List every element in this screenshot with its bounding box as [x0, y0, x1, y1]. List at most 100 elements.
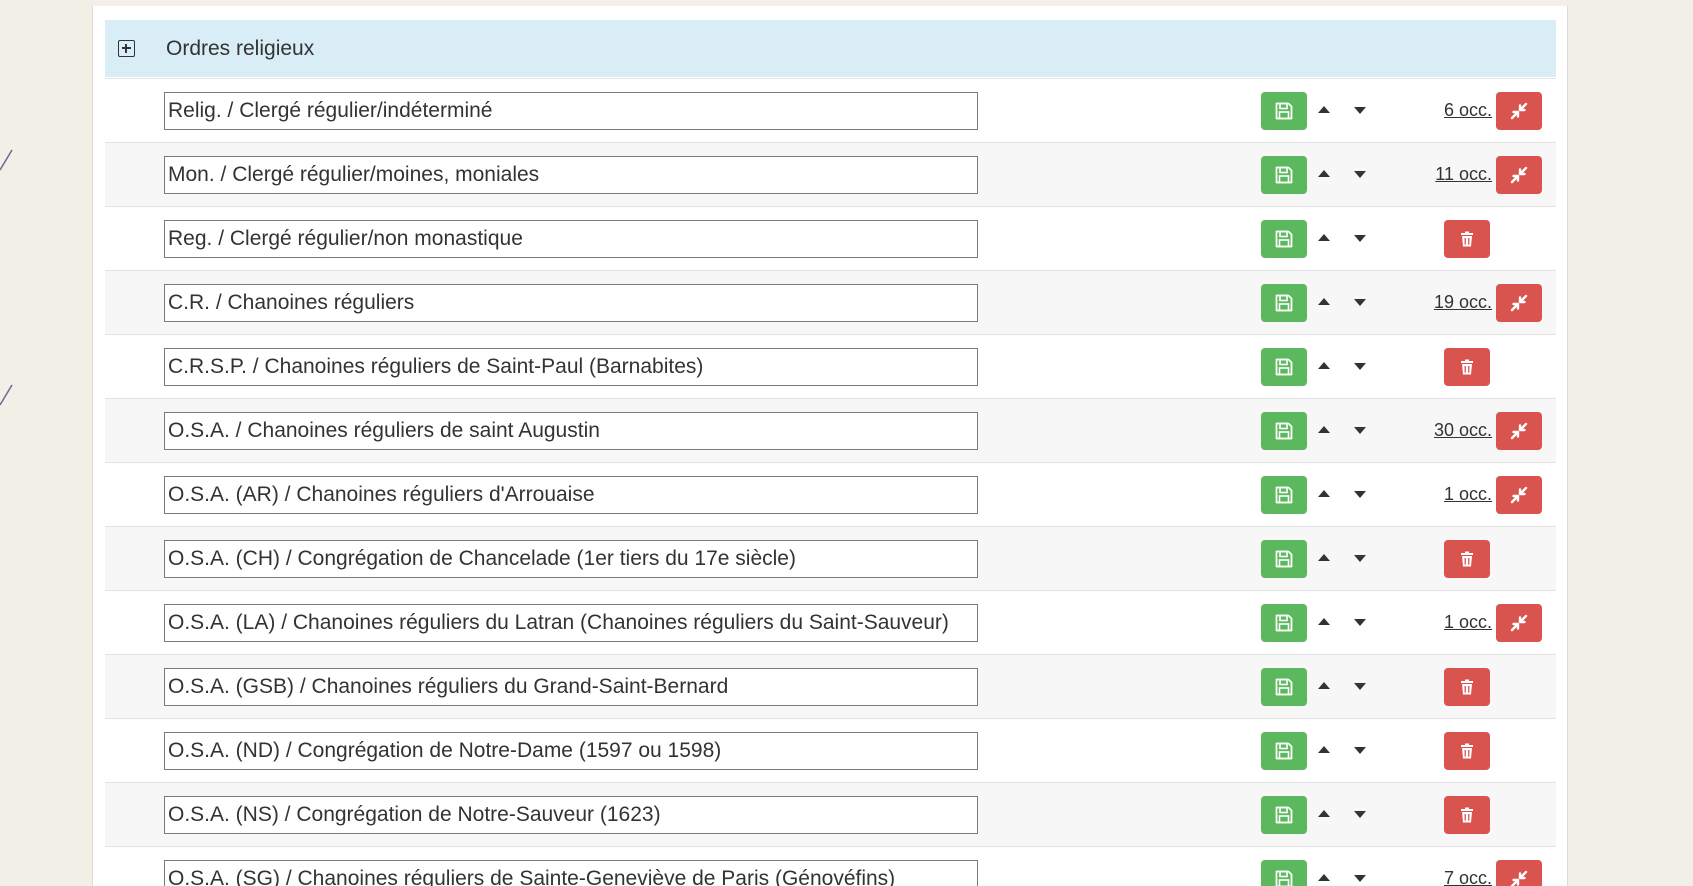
term-row: 6 occ.	[105, 78, 1556, 142]
caret-up-icon[interactable]	[1318, 362, 1330, 369]
term-input[interactable]	[164, 348, 978, 386]
merge-button[interactable]	[1496, 156, 1542, 194]
occurrences-link[interactable]: 1 occ.	[1444, 484, 1492, 505]
caret-down-icon[interactable]	[1354, 555, 1366, 562]
occurrences-link[interactable]: 7 occ.	[1444, 868, 1492, 886]
compress-arrows-icon	[1509, 869, 1529, 886]
save-button[interactable]	[1261, 604, 1307, 642]
caret-up-icon[interactable]	[1318, 682, 1330, 689]
caret-down-icon[interactable]	[1354, 235, 1366, 242]
trash-icon	[1458, 742, 1476, 760]
term-input[interactable]	[164, 540, 978, 578]
term-input[interactable]	[164, 220, 978, 258]
save-button[interactable]	[1261, 476, 1307, 514]
trash-icon	[1458, 806, 1476, 824]
caret-up-icon[interactable]	[1318, 106, 1330, 113]
save-button[interactable]	[1261, 412, 1307, 450]
floppy-disk-icon	[1274, 741, 1294, 761]
term-row: 1 occ.	[105, 462, 1556, 526]
merge-button[interactable]	[1496, 860, 1542, 886]
compress-arrows-icon	[1509, 101, 1529, 121]
caret-down-icon[interactable]	[1354, 875, 1366, 882]
caret-down-icon[interactable]	[1354, 299, 1366, 306]
term-input[interactable]	[164, 412, 978, 450]
caret-up-icon[interactable]	[1318, 170, 1330, 177]
caret-up-icon[interactable]	[1318, 746, 1330, 753]
caret-down-icon[interactable]	[1354, 363, 1366, 370]
delete-button[interactable]	[1444, 348, 1490, 386]
compress-arrows-icon	[1509, 485, 1529, 505]
term-input[interactable]	[164, 668, 978, 706]
save-button[interactable]	[1261, 860, 1307, 886]
floppy-disk-icon	[1274, 421, 1294, 441]
term-input[interactable]	[164, 92, 978, 130]
delete-button[interactable]	[1444, 796, 1490, 834]
floppy-disk-icon	[1274, 613, 1294, 633]
caret-down-icon[interactable]	[1354, 811, 1366, 818]
save-button[interactable]	[1261, 92, 1307, 130]
trash-icon	[1458, 230, 1476, 248]
term-input[interactable]	[164, 604, 978, 642]
merge-button[interactable]	[1496, 92, 1542, 130]
save-button[interactable]	[1261, 732, 1307, 770]
plus-square-icon[interactable]	[118, 40, 135, 57]
save-button[interactable]	[1261, 348, 1307, 386]
caret-down-icon[interactable]	[1354, 683, 1366, 690]
term-input[interactable]	[164, 284, 978, 322]
delete-button[interactable]	[1444, 540, 1490, 578]
save-button[interactable]	[1261, 156, 1307, 194]
caret-up-icon[interactable]	[1318, 234, 1330, 241]
caret-up-icon[interactable]	[1318, 810, 1330, 817]
occurrences-link[interactable]: 19 occ.	[1434, 292, 1492, 313]
caret-down-icon[interactable]	[1354, 619, 1366, 626]
save-button[interactable]	[1261, 540, 1307, 578]
save-button[interactable]	[1261, 220, 1307, 258]
save-button[interactable]	[1261, 668, 1307, 706]
term-row: 7 occ.	[105, 846, 1556, 886]
compress-arrows-icon	[1509, 421, 1529, 441]
floppy-disk-icon	[1274, 805, 1294, 825]
term-row: 19 occ.	[105, 270, 1556, 334]
caret-down-icon[interactable]	[1354, 427, 1366, 434]
delete-button[interactable]	[1444, 732, 1490, 770]
compress-arrows-icon	[1509, 165, 1529, 185]
occurrences-link[interactable]: 30 occ.	[1434, 420, 1492, 441]
trash-icon	[1458, 550, 1476, 568]
group-title: Ordres religieux	[166, 36, 315, 60]
caret-up-icon[interactable]	[1318, 490, 1330, 497]
merge-button[interactable]	[1496, 412, 1542, 450]
occurrences-link[interactable]: 1 occ.	[1444, 612, 1492, 633]
trash-icon	[1458, 358, 1476, 376]
term-row	[105, 718, 1556, 782]
floppy-disk-icon	[1274, 677, 1294, 697]
taxonomy-panel: Ordres religieux 6 occ. 11 occ. 19 occ. 30 …	[92, 6, 1568, 886]
occurrences-link[interactable]: 11 occ.	[1435, 164, 1492, 185]
merge-button[interactable]	[1496, 604, 1542, 642]
save-button[interactable]	[1261, 796, 1307, 834]
floppy-disk-icon	[1274, 549, 1294, 569]
term-input[interactable]	[164, 156, 978, 194]
caret-up-icon[interactable]	[1318, 554, 1330, 561]
caret-up-icon[interactable]	[1318, 874, 1330, 881]
floppy-disk-icon	[1274, 229, 1294, 249]
term-input[interactable]	[164, 796, 978, 834]
caret-down-icon[interactable]	[1354, 107, 1366, 114]
term-row: 30 occ.	[105, 398, 1556, 462]
save-button[interactable]	[1261, 284, 1307, 322]
floppy-disk-icon	[1274, 101, 1294, 121]
merge-button[interactable]	[1496, 284, 1542, 322]
group-header[interactable]: Ordres religieux	[105, 20, 1556, 77]
term-input[interactable]	[164, 476, 978, 514]
caret-down-icon[interactable]	[1354, 747, 1366, 754]
caret-up-icon[interactable]	[1318, 426, 1330, 433]
occurrences-link[interactable]: 6 occ.	[1444, 100, 1492, 121]
merge-button[interactable]	[1496, 476, 1542, 514]
caret-up-icon[interactable]	[1318, 618, 1330, 625]
term-input[interactable]	[164, 732, 978, 770]
delete-button[interactable]	[1444, 220, 1490, 258]
caret-up-icon[interactable]	[1318, 298, 1330, 305]
delete-button[interactable]	[1444, 668, 1490, 706]
term-input[interactable]	[164, 860, 978, 886]
caret-down-icon[interactable]	[1354, 491, 1366, 498]
caret-down-icon[interactable]	[1354, 171, 1366, 178]
